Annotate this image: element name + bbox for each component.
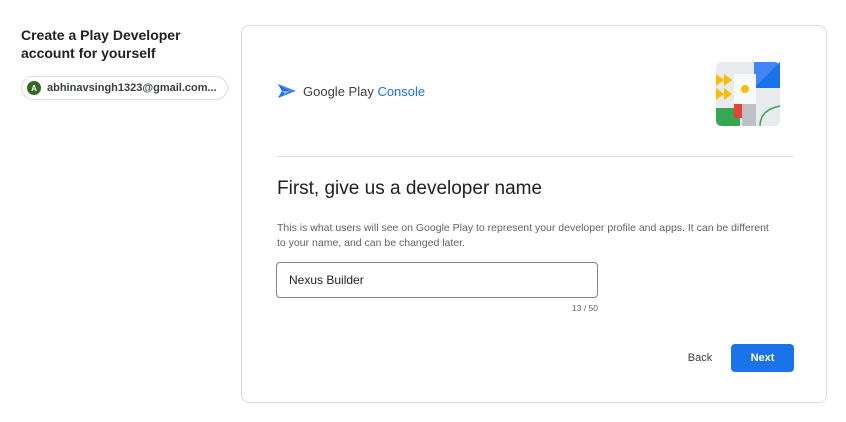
avatar: A — [27, 81, 41, 95]
brand: Google Play Console — [277, 83, 425, 99]
developer-name-input[interactable] — [276, 262, 598, 298]
brand-name-console: Console — [373, 83, 426, 99]
page: Create a Play Developer account for your… — [0, 0, 846, 422]
back-button[interactable]: Back — [680, 344, 720, 372]
character-counter: 13 / 50 — [572, 303, 598, 313]
page-title: Create a Play Developer account for your… — [21, 27, 181, 61]
card-heading: First, give us a developer name — [277, 178, 543, 199]
card-description: This is what users will see on Google Pl… — [277, 222, 769, 249]
next-button[interactable]: Next — [731, 344, 794, 372]
brand-name: Google Play — [303, 83, 374, 99]
play-console-hero-icon — [716, 62, 781, 127]
play-console-logo-icon — [278, 84, 296, 98]
account-email: abhinavsingh1323@gmail.com... — [47, 82, 217, 94]
account-chip[interactable]: A abhinavsingh1323@gmail.com... — [21, 76, 228, 100]
divider — [277, 156, 794, 157]
developer-name-card: Google Play Console First, give us a dev… — [241, 25, 827, 403]
